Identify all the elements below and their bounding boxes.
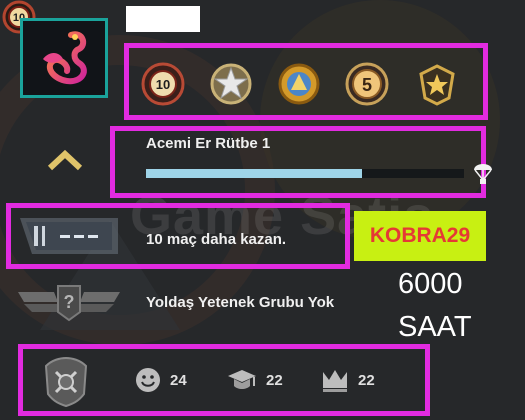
unknown-skill-mark: ? [64, 292, 75, 312]
xp-progress-fill [146, 169, 363, 178]
silver-star-medal-icon[interactable] [209, 62, 253, 106]
unranked-badge-icon [20, 218, 118, 254]
leader-count: 22 [358, 372, 375, 389]
five-year-coin-icon[interactable]: 5 [345, 62, 389, 106]
medal-showcase[interactable]: 10 5 [124, 43, 488, 120]
xp-progress-bar [146, 169, 464, 178]
smiley-icon [136, 368, 160, 392]
flamingo-icon [43, 31, 87, 85]
teacher-count: 22 [266, 372, 283, 389]
wins-needed-text: 10 maç daha kazan. [146, 231, 287, 248]
ten-year-coin-icon[interactable]: 10 [141, 62, 185, 106]
parachute-drop-icon[interactable] [472, 160, 494, 186]
skill-group-text: Yoldaş Yetenek Grubu Yok [146, 294, 335, 311]
rank-label: Acemi Er Rütbe 1 [146, 135, 271, 152]
crown-icon [323, 370, 347, 392]
avatar[interactable] [20, 18, 108, 98]
winged-skill-group-icon: ? [18, 285, 120, 322]
five-year-coin-label: 5 [362, 75, 372, 95]
military-crest-icon [44, 356, 88, 408]
star-crest-medal-icon[interactable] [415, 62, 459, 106]
promo-code-label: KOBRA29 [354, 211, 486, 261]
ten-year-coin-label: 10 [156, 77, 170, 92]
friendly-count: 24 [170, 372, 187, 389]
graduation-cap-icon [228, 370, 256, 389]
chevron-up-icon [47, 149, 83, 171]
hours-value: 6000 [398, 268, 463, 300]
gold-service-medal-icon[interactable] [277, 62, 321, 106]
player-name-redacted [126, 6, 200, 32]
hours-unit: SAAT [398, 311, 472, 343]
